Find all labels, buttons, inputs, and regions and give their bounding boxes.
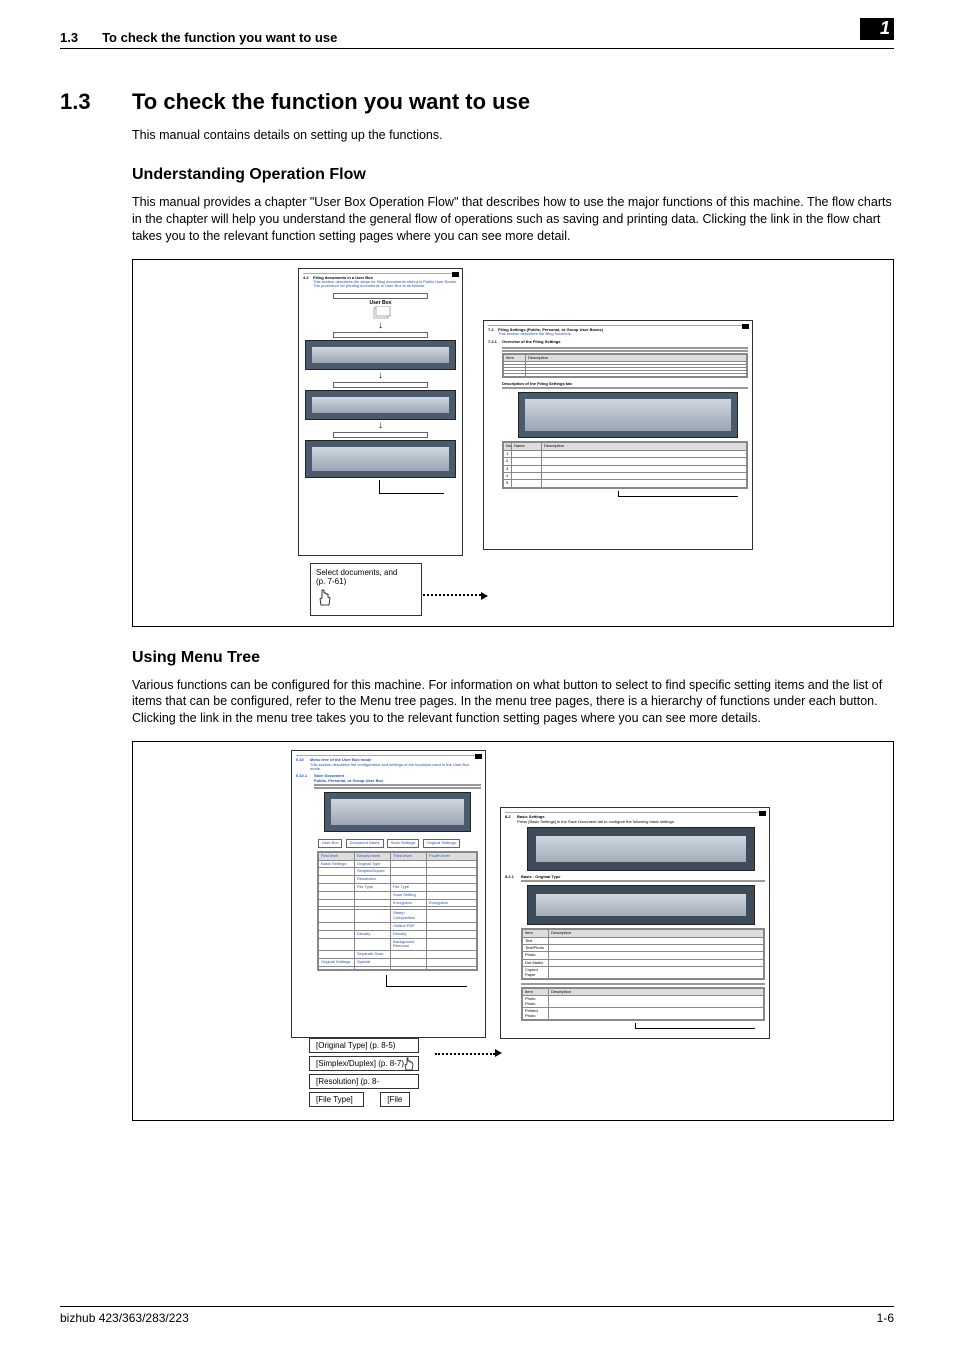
f2-left-group: Public, Personal, or Group User Box: [314, 779, 481, 783]
f2-left-num: 6.10: [296, 758, 310, 762]
screen-thumbnail: [305, 340, 456, 370]
arrow-down-icon: ↓: [303, 372, 458, 380]
section-title: To check the function you want to use: [132, 89, 530, 115]
dotted-arrow: [423, 594, 481, 596]
hand-pointer-icon: [316, 588, 334, 611]
f2-right-title2: Basic - Original Type: [521, 875, 561, 879]
arrow-head-icon: [481, 592, 488, 600]
running-header-title: To check the function you want to use: [102, 30, 337, 45]
screen-thumbnail: [527, 827, 755, 871]
arrow-down-icon: ↓: [303, 322, 458, 330]
subheading-menu-tree: Using Menu Tree: [132, 649, 894, 667]
screen-thumbnail: [305, 440, 456, 478]
figure-menu-tree: 6.10 Menu tree of the User Box mode This…: [132, 741, 894, 1121]
link-simplex-duplex[interactable]: [Simplex/Duplex] (p. 8-7): [309, 1056, 419, 1071]
callout-line2: (p. 7-61): [316, 577, 416, 586]
mini-right-num: 7.2: [488, 328, 498, 332]
mini-right-desc: Description of the Filing Settings tab: [502, 382, 748, 386]
footer-page-number: 1-6: [877, 1311, 894, 1325]
section-number: 1.3: [60, 89, 132, 115]
screen-thumbnail: [324, 792, 471, 832]
page-footer: bizhub 423/363/283/223 1-6: [60, 1306, 894, 1325]
userbox-icon: [371, 306, 391, 320]
menu-tree-paragraph: Various functions can be configured for …: [132, 677, 894, 728]
link-list: [Original Type] (p. 8-5) [Simplex/Duplex…: [309, 1038, 423, 1110]
dotted-arrow: [435, 1053, 495, 1055]
link-file[interactable]: [File: [380, 1092, 410, 1107]
subheading-operation-flow: Understanding Operation Flow: [132, 166, 894, 184]
running-header-num: 1.3: [60, 30, 78, 45]
screen-thumbnail: [305, 390, 456, 420]
mini-right-ov-num: 7.2.1: [488, 340, 502, 344]
screen-thumbnail: [527, 885, 755, 925]
hand-pointer-icon: [402, 1057, 416, 1076]
callout-select-documents: Select documents, and (p. 7-61): [310, 563, 422, 616]
mini-left-num: 4.2: [303, 276, 313, 280]
f2-left-sub: This section describes the configuration…: [310, 763, 481, 772]
running-header: 1.3 To check the function you want to us…: [60, 30, 894, 49]
mini-right-sub: This section describes the filing functi…: [498, 332, 748, 336]
screen-thumbnail: [518, 392, 738, 438]
f2-right-num2: 8.2.1: [505, 875, 521, 879]
link-original-type[interactable]: [Original Type] (p. 8-5): [309, 1038, 419, 1053]
figure-operation-flow: 4.2 Filing documents in a User Box This …: [132, 259, 894, 627]
operation-flow-paragraph: This manual provides a chapter "User Box…: [132, 194, 894, 245]
section-heading: 1.3 To check the function you want to us…: [60, 89, 894, 115]
footer-model: bizhub 423/363/283/223: [60, 1311, 189, 1325]
mini-right-ov-title: Overview of the Filing Settings: [502, 340, 560, 344]
intro-paragraph: This manual contains details on setting …: [132, 127, 894, 144]
f2-left-sec-num: 6.10.1: [296, 774, 314, 778]
link-file-type[interactable]: [File Type]: [309, 1092, 364, 1107]
f2-right-sub: Press [Basic Settings] in the Save Docum…: [517, 820, 765, 824]
chapter-badge: 1: [860, 18, 894, 40]
callout-line1: Select documents, and: [316, 568, 416, 577]
link-resolution[interactable]: [Resolution] (p. 8-: [309, 1074, 419, 1089]
arrow-down-icon: ↓: [303, 422, 458, 430]
f2-right-num: 8.2: [505, 815, 517, 819]
mini-left-sub2: The procedure for printing documents in …: [313, 284, 458, 288]
arrow-head-icon: [495, 1049, 502, 1057]
